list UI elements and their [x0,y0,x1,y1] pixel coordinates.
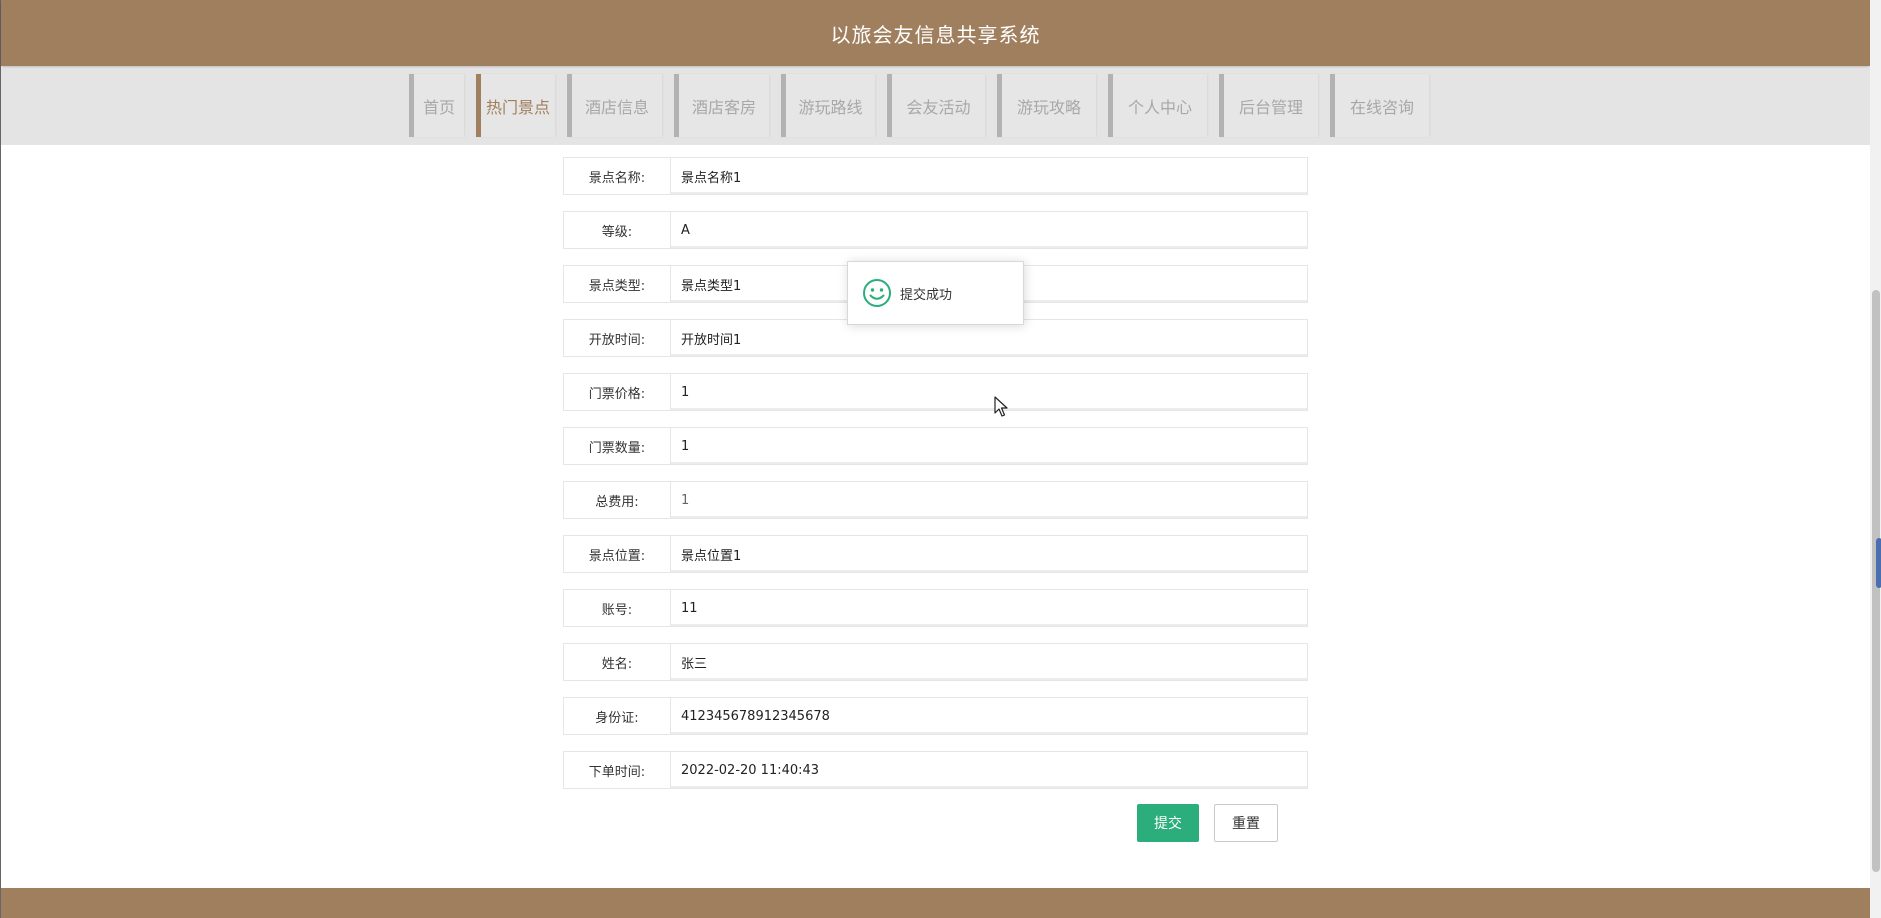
order-time-label: 下单时间: [563,751,671,789]
level-label: 等级: [563,211,671,249]
account-field[interactable]: 11 [671,589,1308,627]
total-cost-label: 总费用: [563,481,671,519]
open-time-label: 开放时间: [563,319,671,357]
name-label: 姓名: [563,643,671,681]
reset-button[interactable]: 重置 [1214,804,1278,842]
smile-icon [863,279,891,307]
site-header: 以旅会友信息共享系统 [1,0,1870,66]
form-row-name: 姓名: 张三 [563,643,1308,681]
spot-location-field[interactable]: 景点位置1 [671,535,1308,573]
mouse-cursor-icon [994,396,1008,417]
form-row-id-card: 身份证: 412345678912345678 [563,697,1308,735]
form-row-total-cost: 总费用: 1 [563,481,1308,519]
ticket-quantity-label: 门票数量: [563,427,671,465]
spot-location-label: 景点位置: [563,535,671,573]
toast-message: 提交成功 [900,287,953,303]
ticket-price-field[interactable]: 1 [671,373,1308,411]
order-time-field[interactable]: 2022-02-20 11:40:43 [671,751,1308,789]
nav-item-hotel-rooms[interactable]: 酒店客房 [674,74,769,137]
success-toast: 提交成功 [847,261,1024,325]
nav-item-hotel-info[interactable]: 酒店信息 [567,74,662,137]
nav-item-routes[interactable]: 游玩路线 [781,74,875,137]
id-card-field[interactable]: 412345678912345678 [671,697,1308,735]
form-row-level: 等级: A [563,211,1308,249]
order-form: 景点名称: 景点名称1 等级: A 景点类型: 景点类型1 开放时间: 开放时间… [563,157,1308,805]
form-row-order-time: 下单时间: 2022-02-20 11:40:43 [563,751,1308,789]
total-cost-field[interactable]: 1 [671,481,1308,519]
form-row-spot-name: 景点名称: 景点名称1 [563,157,1308,195]
form-row-account: 账号: 11 [563,589,1308,627]
nav-item-activities[interactable]: 会友活动 [887,74,985,137]
nav-item-guides[interactable]: 游玩攻略 [997,74,1096,137]
form-row-spot-location: 景点位置: 景点位置1 [563,535,1308,573]
submit-button[interactable]: 提交 [1137,804,1199,842]
name-field[interactable]: 张三 [671,643,1308,681]
level-field[interactable]: A [671,211,1308,249]
ticket-quantity-field[interactable]: 1 [671,427,1308,465]
nav-item-hot-spots[interactable]: 热门景点 [476,74,555,137]
nav-item-personal-center[interactable]: 个人中心 [1108,74,1207,137]
ticket-price-label: 门票价格: [563,373,671,411]
nav-item-home[interactable]: 首页 [409,74,464,137]
spot-name-label: 景点名称: [563,157,671,195]
spot-name-field[interactable]: 景点名称1 [671,157,1308,195]
main-nav: 首页 热门景点 酒店信息 酒店客房 游玩路线 会友活动 游玩攻略 个人中心 后台… [1,68,1870,145]
page-scrollbar[interactable] [1870,0,1881,918]
form-row-ticket-quantity: 门票数量: 1 [563,427,1308,465]
account-label: 账号: [563,589,671,627]
site-footer [1,888,1870,918]
page: 以旅会友信息共享系统 首页 热门景点 酒店信息 酒店客房 游玩路线 会友活动 游… [0,0,1881,918]
site-title: 以旅会友信息共享系统 [830,22,1041,47]
spot-type-label: 景点类型: [563,265,671,303]
id-card-label: 身份证: [563,697,671,735]
scrollbar-indicator [1876,538,1881,588]
nav-item-admin[interactable]: 后台管理 [1219,74,1318,137]
form-row-ticket-price: 门票价格: 1 [563,373,1308,411]
nav-item-online-consult[interactable]: 在线咨询 [1330,74,1429,137]
form-actions: 提交 重置 [1137,804,1278,842]
